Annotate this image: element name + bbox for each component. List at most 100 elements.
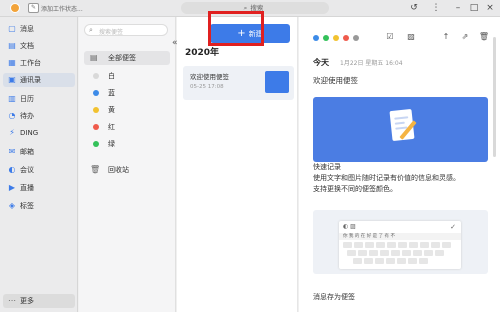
sidebar-item-tags[interactable]: ◈ 标签	[3, 199, 75, 213]
user-avatar[interactable]	[10, 3, 20, 13]
note-thumbnail	[265, 71, 289, 93]
sidebar-item-documents[interactable]: ▤ 文档	[3, 39, 75, 53]
sidebar-item-workbench[interactable]: ▦ 工作台	[3, 56, 75, 70]
folder-trash[interactable]: 🗑 回收站	[84, 163, 170, 177]
live-icon: ▶	[8, 183, 16, 192]
sidebar-item-calendar[interactable]: ▥ 日历	[3, 92, 75, 106]
document-icon: ▤	[8, 41, 16, 50]
keyboard-key	[435, 250, 444, 256]
history-icon[interactable]: ↺	[408, 1, 420, 15]
folder-yellow[interactable]: 黄	[84, 103, 170, 117]
maximize-icon[interactable]: □	[468, 1, 480, 15]
status-icon[interactable]: ✎	[28, 3, 39, 13]
body-line[interactable]: 使用文字和图片随时记录有价值的信息和灵感。	[313, 173, 460, 183]
title-bar: ✎ 添加工作状态... ⌕ 搜索 ↺ ⋮ – □ ×	[0, 0, 500, 17]
sidebar-item-label: 待办	[20, 112, 34, 120]
mail-icon: ✉	[8, 147, 16, 156]
close-icon[interactable]: ×	[484, 1, 496, 15]
keyboard-key	[408, 258, 417, 264]
sidebar-item-ding[interactable]: ⚡ DING	[3, 126, 75, 140]
folder-all-notes[interactable]: ▤ 全部便签	[84, 51, 170, 65]
keyboard-key	[391, 250, 400, 256]
keyboard-key	[343, 242, 352, 248]
sidebar-item-label: 通讯录	[20, 76, 41, 84]
body-line[interactable]: 支持更换不同的便签颜色。	[313, 184, 397, 194]
keyboard-key	[387, 242, 396, 248]
sidebar-item-mail[interactable]: ✉ 邮箱	[3, 145, 75, 159]
notes-icon: ▤	[90, 53, 98, 62]
folder-green[interactable]: 绿	[84, 137, 170, 151]
meeting-icon: ◐	[8, 165, 16, 174]
toolbar-mock-icons: ◐ ▨	[343, 223, 356, 230]
section-title[interactable]: 消息存为便签	[313, 292, 355, 302]
keyboard-key	[419, 258, 428, 264]
color-option-gray[interactable]	[353, 35, 359, 41]
sidebar-item-live[interactable]: ▶ 直播	[3, 181, 75, 195]
sidebar-item-todo[interactable]: ◔ 待办	[3, 109, 75, 123]
color-option-blue[interactable]	[313, 35, 319, 41]
keyboard-illustration: ◐ ▨ ✓ 你 我 的 在 好 是 了 有 不	[313, 210, 488, 274]
check-icon: ✓	[450, 223, 456, 231]
color-option-green[interactable]	[323, 35, 329, 41]
sidebar-item-messages[interactable]: ▢ 消息	[3, 22, 75, 36]
checkbox-icon[interactable]: ☑	[384, 31, 396, 43]
year-heading: 2020年	[185, 48, 220, 58]
sidebar-item-label: 日历	[20, 95, 34, 103]
new-note-button[interactable]: + 新建	[210, 24, 290, 43]
section-title[interactable]: 快速记录	[313, 162, 341, 172]
folder-white[interactable]: 白	[84, 69, 170, 83]
todo-icon: ◔	[8, 111, 16, 120]
color-dot	[93, 141, 99, 147]
note-date: 05-25 17:08	[190, 84, 224, 90]
note-illustration	[313, 97, 488, 162]
image-icon[interactable]: ▨	[405, 31, 417, 43]
note-day-label: 今天	[313, 58, 329, 67]
global-search-bar[interactable]: ⌕ 搜索	[181, 2, 329, 14]
folder-label: 绿	[108, 140, 115, 148]
sidebar-item-meeting[interactable]: ◐ 会议	[3, 163, 75, 177]
note-list-item[interactable]: 欢迎使用便签 05-25 17:08	[183, 66, 294, 100]
doc-line	[394, 121, 405, 125]
sidebar-item-label: 会议	[20, 166, 34, 174]
open-external-icon[interactable]: ⇗	[459, 31, 471, 43]
search-placeholder: 搜索便签	[99, 29, 124, 36]
notes-search-input[interactable]: ⌕ 搜索便签	[84, 24, 168, 36]
note-detail-panel: ☑ ▨ ↑ ⇗ 🗑 今天 1月22日 星期五 16:04 欢迎使用便签 快速记录…	[299, 17, 500, 312]
keyboard-key	[353, 258, 362, 264]
detail-scrollbar[interactable]	[493, 37, 496, 157]
trash-icon: 🗑	[90, 165, 101, 174]
color-option-yellow[interactable]	[333, 35, 339, 41]
contacts-icon: ▣	[8, 75, 16, 84]
note-heading[interactable]: 欢迎使用便签	[313, 75, 358, 86]
more-options-icon[interactable]: ⋮	[430, 1, 442, 15]
keyboard-key	[398, 242, 407, 248]
sidebar-item-label: 邮箱	[20, 148, 34, 156]
delete-icon[interactable]: 🗑	[478, 31, 490, 43]
note-datetime: 1月22日 星期五 16:04	[340, 60, 403, 67]
color-dot	[93, 73, 99, 79]
calendar-icon: ▥	[8, 94, 16, 103]
message-icon: ▢	[8, 24, 16, 33]
doc-line	[394, 116, 409, 120]
upload-icon[interactable]: ↑	[440, 31, 452, 43]
folder-red[interactable]: 红	[84, 120, 170, 134]
search-icon: ⌕	[243, 4, 248, 12]
color-dot	[93, 107, 99, 113]
keyboard-key	[364, 258, 373, 264]
work-status-label[interactable]: 添加工作状态...	[41, 4, 83, 13]
new-note-label: 新建	[248, 30, 263, 38]
folder-blue[interactable]: 蓝	[84, 86, 170, 100]
color-dot	[93, 90, 99, 96]
notes-folder-panel: ⌕ 搜索便签 ▤ 全部便签 白 蓝 黄 红 绿 🗑 回收站	[79, 17, 176, 312]
keyboard-mockup: ◐ ▨ ✓ 你 我 的 在 好 是 了 有 不	[339, 221, 461, 269]
folder-label: 白	[108, 72, 115, 80]
keyboard-key	[442, 242, 451, 248]
minimize-icon[interactable]: –	[452, 1, 464, 15]
color-option-red[interactable]	[343, 35, 349, 41]
note-title: 欢迎使用便签	[190, 73, 229, 81]
sidebar-item-label: DING	[20, 129, 39, 137]
folder-label: 红	[108, 123, 115, 131]
sidebar-item-contacts[interactable]: ▣ 通讯录	[3, 73, 75, 87]
sidebar-item-more[interactable]: ⋯ 更多	[3, 294, 75, 308]
keyboard-key	[376, 242, 385, 248]
